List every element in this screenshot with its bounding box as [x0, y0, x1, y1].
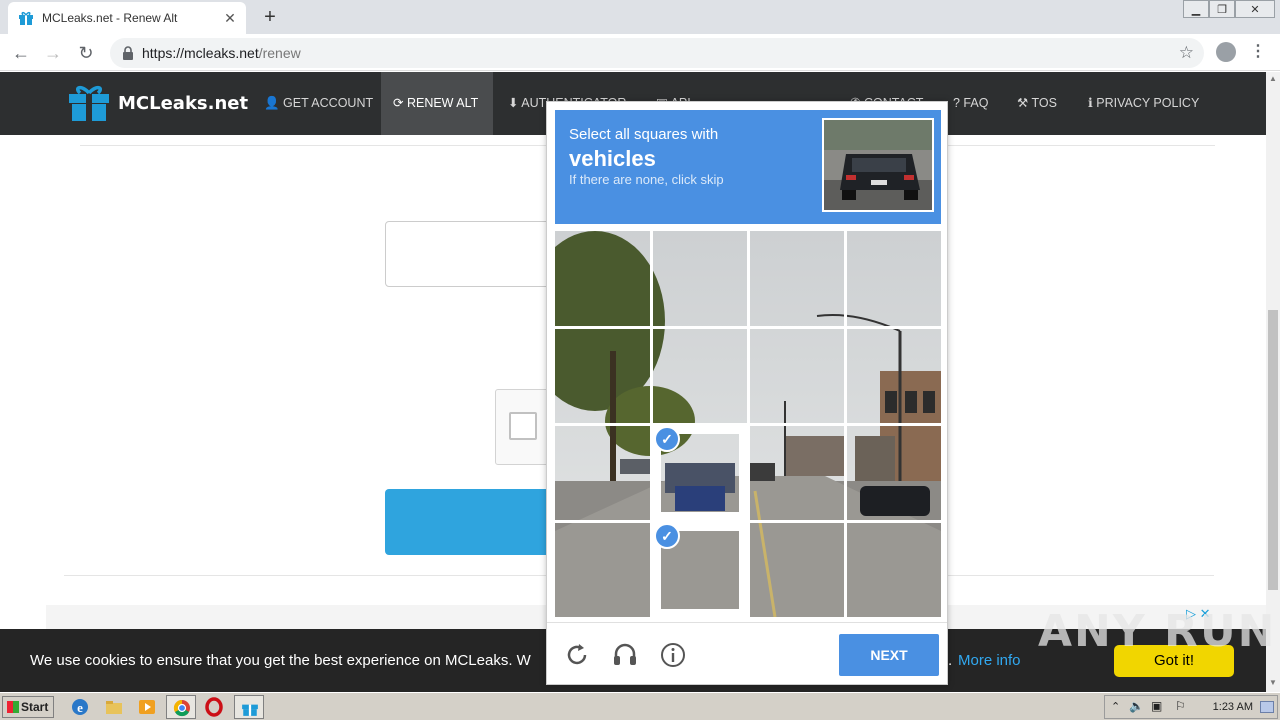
gift-icon [19, 11, 33, 25]
ie-icon[interactable]: e [70, 697, 90, 717]
scroll-up-icon[interactable]: ▲ [1266, 72, 1280, 86]
captcha-tile[interactable] [750, 231, 845, 326]
nav-tos[interactable]: ⚒ TOS [1005, 72, 1069, 135]
scroll-down-icon[interactable]: ▼ [1266, 676, 1280, 690]
prompt-hint: If there are none, click skip [569, 172, 724, 187]
captcha-tile[interactable] [653, 231, 748, 326]
volume-icon[interactable]: 🔈 [1129, 699, 1144, 713]
checkmark-icon: ✓ [654, 523, 680, 549]
address-bar[interactable]: https://mcleaks.net/renew ☆ [110, 38, 1204, 68]
next-button[interactable]: NEXT [839, 634, 939, 676]
captcha-tile[interactable] [555, 329, 650, 424]
captcha-prompt: Select all squares with vehicles If ther… [555, 110, 941, 224]
flag-icon[interactable]: ⚐ [1175, 699, 1186, 713]
checkmark-icon: ✓ [654, 426, 680, 452]
clock: 1:23 AM [1212, 701, 1253, 713]
scrollbar-thumb[interactable] [1268, 310, 1278, 590]
nav-renew-alt[interactable]: ⟳ RENEW ALT [381, 72, 493, 135]
captcha-tile[interactable] [653, 329, 748, 424]
system-tray: ⌃ 🔈 ▣ ⚐ 1:23 AM [1104, 695, 1278, 719]
captcha-tile[interactable] [750, 426, 845, 521]
minimize-window-icon[interactable]: ▁ [1183, 0, 1209, 18]
close-tab-icon[interactable]: ✕ [222, 10, 238, 26]
captcha-tile[interactable] [847, 426, 941, 521]
taskbar-gift-button[interactable] [234, 695, 264, 719]
url-text: https://mcleaks.net/renew [142, 45, 301, 61]
folder-icon[interactable] [104, 697, 124, 717]
captcha-tile[interactable] [555, 523, 650, 617]
opera-icon[interactable] [204, 697, 224, 717]
show-desktop-icon[interactable] [1260, 701, 1274, 713]
lock-icon [123, 46, 133, 60]
browser-menu-icon[interactable]: ⋮ [1250, 42, 1266, 62]
more-info-link[interactable]: More info [958, 652, 1021, 669]
new-tab-button[interactable]: + [260, 7, 280, 27]
profile-avatar[interactable] [1216, 42, 1236, 62]
chrome-icon [173, 699, 190, 717]
logo-text: MCLeaks.net [118, 92, 249, 114]
start-button[interactable]: Start [2, 696, 54, 718]
site-logo[interactable]: MCLeaks.net [68, 84, 248, 122]
reload-challenge-icon[interactable] [563, 641, 591, 669]
captcha-tile[interactable] [847, 329, 941, 424]
page-scrollbar[interactable]: ▲ ▼ [1266, 72, 1280, 692]
bookmark-star-icon[interactable]: ☆ [1179, 43, 1194, 63]
nav-faq[interactable]: ? FAQ [941, 72, 1000, 135]
sample-vehicle-image [822, 118, 934, 212]
close-window-icon[interactable]: ✕ [1235, 0, 1275, 18]
reload-icon[interactable]: ↻ [75, 42, 97, 64]
captcha-tile[interactable] [847, 231, 941, 326]
gift-logo-icon [69, 85, 109, 121]
cookie-text: We use cookies to ensure that you get th… [30, 652, 531, 669]
info-icon[interactable] [659, 641, 687, 669]
nav-get-account[interactable]: 👤 GET ACCOUNT [252, 72, 385, 135]
audio-challenge-icon[interactable] [611, 641, 639, 669]
captcha-tile[interactable] [555, 231, 650, 326]
prompt-target: vehicles [569, 146, 656, 171]
browser-tab[interactable]: MCLeaks.net - Renew Alt ✕ [8, 2, 246, 34]
captcha-tile[interactable] [750, 329, 845, 424]
tab-title: MCLeaks.net - Renew Alt [42, 11, 178, 25]
taskbar-chrome-button[interactable] [166, 695, 196, 719]
captcha-challenge-dialog: Select all squares with vehicles If ther… [546, 101, 948, 685]
prompt-line: Select all squares with [569, 126, 719, 143]
anyrun-watermark: ANY RUN [1038, 606, 1277, 657]
browser-toolbar: ← → ↻ https://mcleaks.net/renew ☆ ⋮ [0, 34, 1280, 71]
back-arrow-icon[interactable]: ← [10, 42, 32, 64]
captcha-tile[interactable] [750, 523, 845, 617]
captcha-footer: NEXT [547, 622, 947, 684]
captcha-tile[interactable] [847, 523, 941, 617]
tab-strip: MCLeaks.net - Renew Alt ✕ + ▁ ❐ ✕ [0, 0, 1280, 34]
forward-arrow-icon[interactable]: → [42, 42, 64, 64]
cookie-text-suffix: . [948, 652, 953, 669]
network-icon[interactable]: ▣ [1151, 699, 1162, 713]
windows-taskbar: Start e ⌃ 🔈 ▣ ⚐ 1:23 AM [0, 692, 1280, 720]
captcha-tile[interactable] [555, 426, 650, 521]
gift-icon [242, 704, 258, 716]
svg-text:e: e [77, 700, 83, 715]
restore-window-icon[interactable]: ❐ [1209, 0, 1235, 18]
media-player-icon[interactable] [137, 697, 157, 717]
nav-privacy-policy[interactable]: ℹ PRIVACY POLICY [1076, 72, 1211, 135]
show-hidden-icons[interactable]: ⌃ [1111, 700, 1120, 713]
captcha-image-grid: ✓ ✓ [555, 231, 941, 617]
recaptcha-checkbox[interactable] [509, 412, 537, 440]
